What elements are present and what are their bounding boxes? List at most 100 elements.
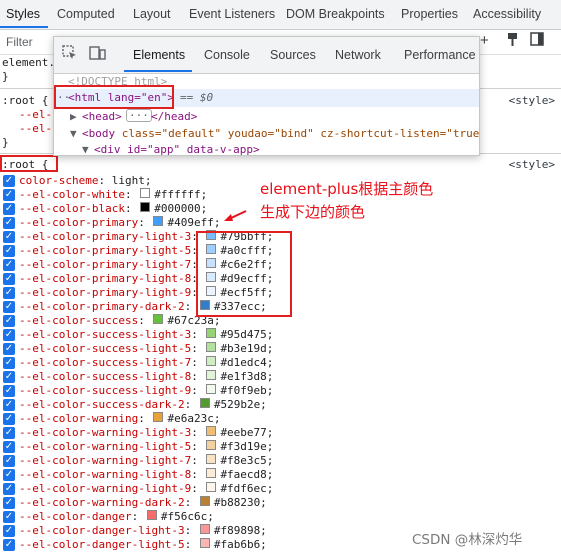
toggle-sidebar-icon[interactable] <box>530 32 544 50</box>
tab-dom-breakpoints[interactable]: DOM Breakpoints <box>286 7 385 21</box>
declaration-text[interactable]: --el-color-success-dark-2: #529b2e; <box>19 398 267 412</box>
property-name[interactable]: --el-color-primary <box>19 216 138 229</box>
property-name[interactable]: --el-color-warning-light-8 <box>19 468 191 481</box>
color-swatch[interactable] <box>153 314 164 324</box>
declaration-text[interactable]: --el-color-success-light-7: #d1edc4; <box>19 356 273 370</box>
declaration-text[interactable]: --el-color-warning-light-8: #faecd8; <box>19 468 273 482</box>
color-swatch[interactable] <box>199 538 210 548</box>
property-name[interactable]: --el-color-primary-light-9 <box>19 286 191 299</box>
property-name[interactable]: --el-color-warning-light-3 <box>19 426 191 439</box>
tab-properties[interactable]: Properties <box>401 7 458 21</box>
property-name[interactable]: --el-color-white <box>19 188 125 201</box>
property-name[interactable]: --el-color-success-dark-2 <box>19 398 185 411</box>
declaration-text[interactable]: --el-color-warning-light-7: #f8e3c5; <box>19 454 273 468</box>
property-name[interactable]: --el-color-warning-light-7 <box>19 454 191 467</box>
declaration-text[interactable]: --el-color-warning-light-5: #f3d19e; <box>19 440 273 454</box>
declaration-checkbox[interactable]: ✓ <box>3 245 15 257</box>
property-name[interactable]: --el-color-success-light-5 <box>19 342 191 355</box>
tab-accessibility[interactable]: Accessibility <box>473 7 541 21</box>
declaration-checkbox[interactable]: ✓ <box>3 385 15 397</box>
color-swatch[interactable] <box>206 454 217 464</box>
property-name[interactable]: --el-color-success-light-8 <box>19 370 191 383</box>
property-name[interactable]: --el-color-primary-dark-2 <box>19 300 185 313</box>
color-swatch[interactable] <box>206 370 217 380</box>
declaration-text[interactable]: --el-color-warning-light-9: #fdf6ec; <box>19 482 273 496</box>
declaration-text[interactable]: --el-color-black: #000000; <box>19 202 207 216</box>
property-name[interactable]: --el-color-success-light-9 <box>19 384 191 397</box>
expand-triangle-icon[interactable]: ▼ <box>82 143 89 155</box>
head-node[interactable]: <head> <box>82 110 122 123</box>
declaration-text[interactable]: --el-color-warning-light-3: #eebe77; <box>19 426 273 440</box>
declaration-text[interactable]: --el-color-success-light-5: #b3e19d; <box>19 342 273 356</box>
new-style-rule-icon[interactable]: + <box>480 32 489 49</box>
body-node[interactable]: <body class="default" youdao="bind" cz-s… <box>82 127 479 140</box>
filter-input[interactable]: Filter <box>6 35 33 49</box>
tab-styles[interactable]: Styles <box>6 7 40 21</box>
color-swatch[interactable] <box>206 468 217 478</box>
style-source-link[interactable]: <style> <box>509 158 555 171</box>
declaration-checkbox[interactable]: ✓ <box>3 497 15 509</box>
declaration-checkbox[interactable]: ✓ <box>3 175 15 187</box>
color-swatch[interactable] <box>206 440 217 450</box>
property-name[interactable]: --el-color-warning <box>19 412 138 425</box>
tab-layout[interactable]: Layout <box>133 7 171 21</box>
color-swatch[interactable] <box>206 356 217 366</box>
expand-triangle-icon[interactable]: ▶ <box>70 110 77 123</box>
inspect-element-icon[interactable] <box>62 45 78 65</box>
property-name[interactable]: --el-color-black <box>19 202 125 215</box>
declaration-checkbox[interactable]: ✓ <box>3 203 15 215</box>
property-value[interactable]: #f89898; <box>214 524 267 537</box>
declaration-checkbox[interactable]: ✓ <box>3 511 15 523</box>
declaration-text[interactable]: --el-color-danger-light-5: #fab6b6; <box>19 538 267 552</box>
declaration-text[interactable]: --el-color-warning-dark-2: #b88230; <box>19 496 267 510</box>
color-swatch[interactable] <box>146 510 157 520</box>
declaration-text[interactable]: --el-color-white: #ffffff; <box>19 188 207 202</box>
declaration-checkbox[interactable]: ✓ <box>3 287 15 299</box>
declaration-checkbox[interactable]: ✓ <box>3 441 15 453</box>
property-value[interactable]: #f56c6c; <box>161 510 214 523</box>
color-swatch[interactable] <box>140 188 151 198</box>
declaration-text[interactable]: --el-color-primary: #409eff; <box>19 216 220 230</box>
declaration-text[interactable]: --el-color-danger-light-3: #f89898; <box>19 524 267 538</box>
color-swatch[interactable] <box>199 524 210 534</box>
declaration-checkbox[interactable]: ✓ <box>3 455 15 467</box>
declaration-text[interactable]: --el-color-success: #67c23a; <box>19 314 220 328</box>
property-name[interactable]: --el-color-primary-light-3 <box>19 230 191 243</box>
tab-computed[interactable]: Computed <box>57 7 115 21</box>
declaration-text[interactable]: --el-color-warning: #e6a23c; <box>19 412 220 426</box>
head-close-node[interactable]: </head> <box>151 110 197 123</box>
property-name[interactable]: --el-color-warning-light-5 <box>19 440 191 453</box>
property-value[interactable]: #f8e3c5; <box>220 454 273 467</box>
property-value[interactable]: #409eff; <box>167 216 220 229</box>
property-name[interactable]: --el-color-primary-light-8 <box>19 272 191 285</box>
popup-tab-sources[interactable]: Sources <box>270 48 316 62</box>
color-swatch[interactable] <box>153 216 164 226</box>
declaration-checkbox[interactable]: ✓ <box>3 357 15 369</box>
property-value[interactable]: #529b2e; <box>214 398 267 411</box>
declaration-checkbox[interactable]: ✓ <box>3 259 15 271</box>
property-name[interactable]: --el-color-primary-light-7 <box>19 258 191 271</box>
declaration-checkbox[interactable]: ✓ <box>3 539 15 551</box>
property-value[interactable]: #f0f9eb; <box>220 384 273 397</box>
color-swatch[interactable] <box>140 202 151 212</box>
property-value[interactable]: #faecd8; <box>220 468 273 481</box>
declaration-checkbox[interactable]: ✓ <box>3 189 15 201</box>
declaration-checkbox[interactable]: ✓ <box>3 217 15 229</box>
property-name[interactable]: --el-color-danger-light-3 <box>19 524 185 537</box>
property-name[interactable]: color-scheme <box>19 174 98 187</box>
property-name[interactable]: --el-color-warning-dark-2 <box>19 496 185 509</box>
popup-tab-performance[interactable]: Performance <box>404 48 476 62</box>
property-name[interactable]: --el-color-danger-light-5 <box>19 538 185 551</box>
div-app-node[interactable]: <div id="app" data-v-app> <box>94 143 260 155</box>
property-name[interactable]: --el-color-warning-light-9 <box>19 482 191 495</box>
declaration-checkbox[interactable]: ✓ <box>3 231 15 243</box>
declaration-checkbox[interactable]: ✓ <box>3 469 15 481</box>
property-name[interactable]: --el-color-success-light-7 <box>19 356 191 369</box>
tab-event-listeners[interactable]: Event Listeners <box>189 7 275 21</box>
property-name[interactable]: --el-color-success-light-3 <box>19 328 191 341</box>
declaration-text[interactable]: color-scheme: light; <box>19 174 151 188</box>
property-value[interactable]: #fdf6ec; <box>220 482 273 495</box>
property-value[interactable]: #eebe77; <box>220 426 273 439</box>
property-value[interactable]: #000000; <box>154 202 207 215</box>
declaration-checkbox[interactable]: ✓ <box>3 413 15 425</box>
